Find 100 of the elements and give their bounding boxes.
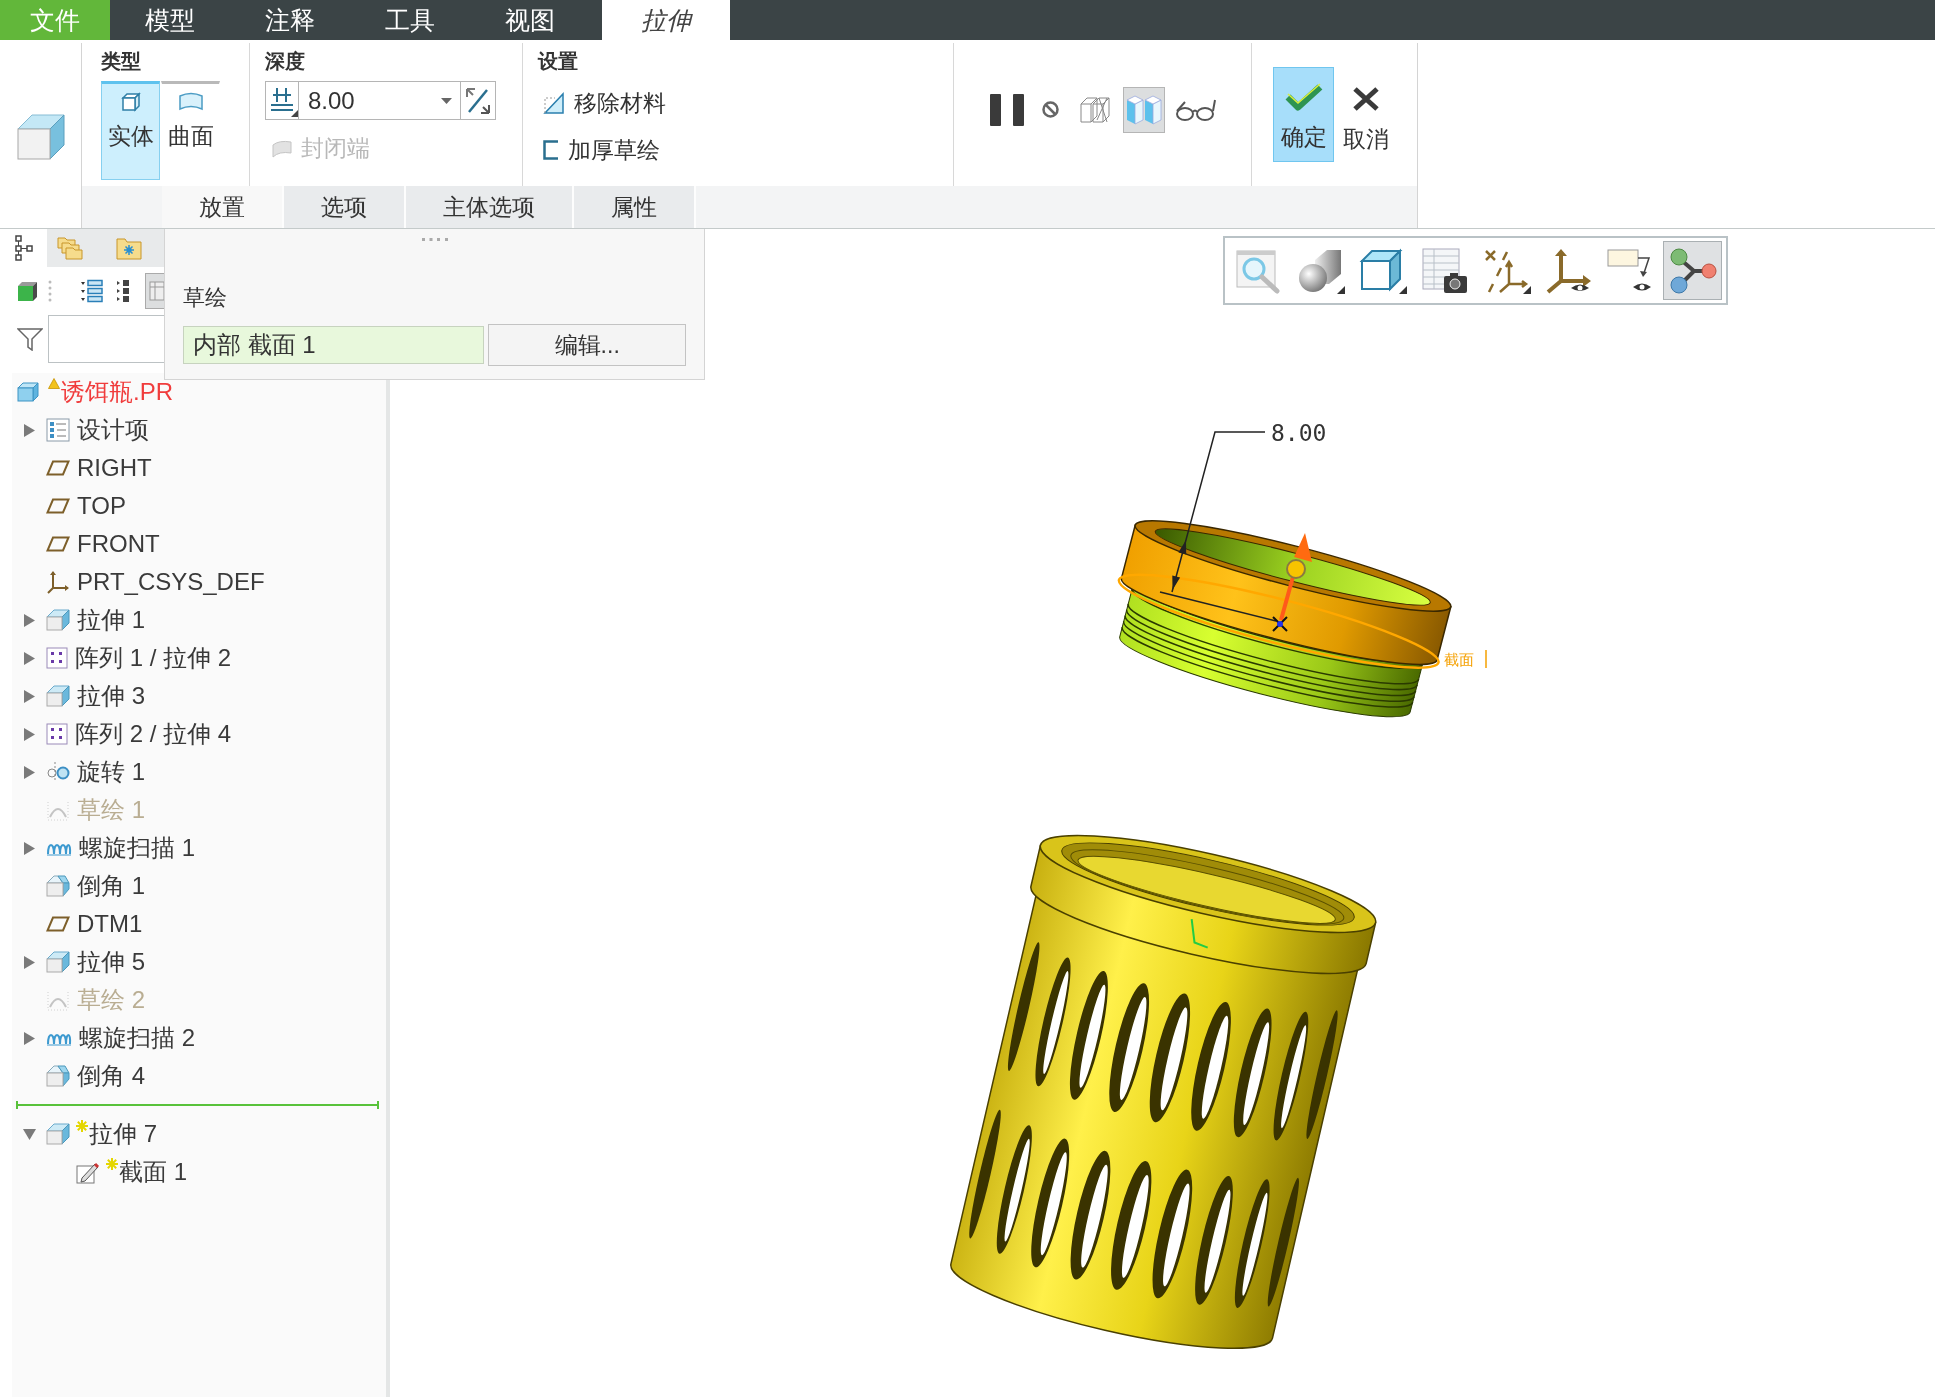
list-icon[interactable] [80, 279, 104, 303]
dimension-value[interactable]: 8.00 [1271, 420, 1327, 446]
expand-arrow-icon[interactable] [24, 651, 35, 665]
favorites-tab[interactable] [105, 229, 164, 267]
tree-item[interactable]: 倒角 1 [77, 870, 145, 902]
flip-direction-button[interactable] [460, 81, 496, 120]
wireframe-cubes-icon [1079, 95, 1112, 124]
extrude-feature-icon[interactable] [16, 111, 65, 160]
tree-item[interactable]: PRT_CSYS_DEF [77, 568, 265, 596]
tree-item[interactable]: 阵列 1 / 拉伸 2 [75, 642, 232, 674]
tree-item[interactable]: 拉伸 5 [77, 946, 145, 978]
part-name[interactable]: 诱饵瓶.PR [61, 376, 173, 408]
expand-arrow-icon[interactable] [24, 613, 35, 627]
type-option-button[interactable]: 实体 [101, 81, 160, 180]
tree-item[interactable]: 倒角 4 [77, 1060, 145, 1092]
tree-structure-icon [15, 235, 33, 261]
list-icon [46, 418, 70, 442]
edit-button[interactable]: 编辑... [488, 324, 686, 366]
remove-material-button[interactable]: 移除材料 [537, 87, 666, 119]
arc-sketch-icon [46, 989, 70, 1011]
glasses-icon [1175, 97, 1218, 122]
arc-sketch-icon [46, 799, 70, 821]
depth-value-field[interactable]: 8.00 [298, 81, 461, 120]
tree-item[interactable]: 拉伸 1 [77, 604, 145, 636]
expand-arrow-icon[interactable] [24, 727, 35, 741]
dots-list-icon[interactable] [117, 279, 131, 303]
sketch-origin-icon [1272, 616, 1288, 632]
cancel-button[interactable]: 取消 [1340, 67, 1393, 162]
section-label: 截面 [1444, 651, 1474, 669]
tree-item[interactable]: TOP [77, 492, 126, 520]
tree-item[interactable]: 拉伸 3 [77, 680, 145, 712]
ribbon-tab[interactable]: 选项 [284, 186, 406, 228]
datum-axes-icon [1482, 247, 1531, 294]
ribbon-tab[interactable]: 放置 [162, 186, 284, 228]
expand-arrow-icon[interactable] [24, 841, 35, 855]
grip-dots-icon[interactable] [421, 238, 448, 241]
tree-item[interactable]: RIGHT [77, 454, 152, 482]
filter-input-field[interactable] [48, 315, 166, 363]
tick-mark [1485, 649, 1487, 669]
tree-item[interactable]: 截面 1 [119, 1156, 187, 1188]
menu-tab[interactable]: 注释 [230, 0, 350, 40]
beveled-cube-icon [46, 875, 70, 897]
curved-sheet-icon [177, 92, 204, 112]
plane-icon [46, 498, 70, 514]
shaded-preview-button[interactable] [1123, 86, 1166, 133]
caret-icon[interactable] [440, 97, 452, 104]
tree-item[interactable]: 螺旋扫描 1 [79, 832, 195, 864]
expand-arrow-icon[interactable] [24, 955, 35, 969]
cube-icon [46, 1123, 70, 1145]
sketch-reference-field[interactable]: 内部 截面 1 [183, 326, 485, 364]
revolve-rings-icon [46, 761, 70, 783]
folder-gear-icon [115, 236, 142, 260]
direction-arrow-handle[interactable] [1279, 533, 1312, 621]
cube-icon[interactable] [17, 280, 38, 302]
ok-button[interactable]: 确定 [1273, 67, 1335, 162]
no-entry-icon [1041, 101, 1059, 118]
menu-tab[interactable]: 视图 [470, 0, 590, 40]
tree-item[interactable]: FRONT [77, 530, 160, 558]
checkmark-icon [1283, 82, 1324, 112]
table-camera-icon [1421, 247, 1468, 294]
expand-arrow-icon[interactable] [24, 423, 35, 437]
depth-option-button[interactable] [264, 81, 299, 120]
menu-tab[interactable]: 模型 [110, 0, 230, 40]
menu-tab[interactable]: 拉伸 [602, 0, 730, 40]
plane-icon [46, 916, 70, 932]
tree-item[interactable]: 设计项 [77, 414, 149, 446]
tree-item[interactable]: 拉伸 7 [89, 1118, 157, 1150]
axes-eye-icon [1544, 247, 1593, 294]
type-option-button[interactable]: 曲面 [161, 81, 220, 180]
tree-item[interactable]: DTM1 [77, 910, 143, 938]
beveled-cube-icon [46, 1065, 70, 1087]
magnifier-icon [1235, 247, 1282, 294]
cylinder-end-icon [270, 138, 293, 159]
tree-item[interactable]: 旋转 1 [77, 756, 145, 788]
ribbon-tab[interactable]: 主体选项 [406, 186, 574, 228]
grid-dots-icon [46, 723, 68, 745]
close-icon [1352, 86, 1381, 112]
pause-icon [990, 93, 1025, 126]
group-title: 类型 [101, 49, 141, 73]
tree-item[interactable]: 螺旋扫描 2 [79, 1022, 195, 1054]
grip-dots-icon [48, 280, 52, 302]
sketch-label: 草绘 [183, 285, 227, 311]
shaded-shapes-icon [1296, 247, 1345, 294]
ribbon-tab[interactable]: 属性 [574, 186, 696, 228]
plane-icon [46, 460, 70, 476]
thicken-sketch-button[interactable]: 加厚草绘 [537, 134, 660, 166]
expand-arrow-icon[interactable] [24, 765, 35, 779]
pencil-icon [76, 1160, 100, 1184]
filter-icon[interactable] [17, 327, 43, 351]
tree-item[interactable]: 阵列 2 / 拉伸 4 [75, 718, 232, 750]
menu-tab[interactable]: 工具 [350, 0, 470, 40]
expand-arrow-icon[interactable] [24, 1031, 35, 1045]
expand-arrow-icon[interactable] [23, 1128, 36, 1140]
cube-icon [120, 92, 141, 112]
folder-stack-icon [57, 236, 83, 260]
expand-arrow-icon[interactable] [24, 689, 35, 703]
shaded-cubes-icon [1126, 94, 1163, 125]
view-tool-button[interactable] [1663, 241, 1722, 300]
group-title: 设置 [537, 49, 578, 73]
grid-dots-icon [46, 647, 68, 669]
